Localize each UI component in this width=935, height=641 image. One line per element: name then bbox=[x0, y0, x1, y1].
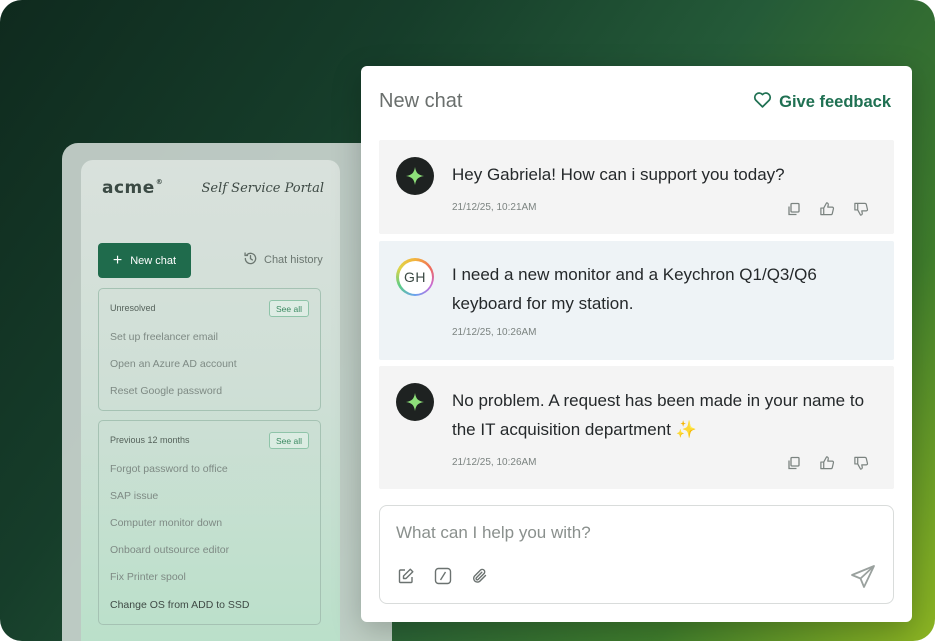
unresolved-group: Unresolved See all Set up freelancer ema… bbox=[98, 288, 321, 411]
message-timestamp: 21/12/25, 10:21AM bbox=[452, 202, 537, 213]
list-item[interactable]: Set up freelancer email bbox=[110, 331, 218, 343]
list-item[interactable]: Open an Azure AD account bbox=[110, 358, 237, 370]
acme-logo: acme® bbox=[102, 178, 164, 198]
give-feedback-label: Give feedback bbox=[779, 92, 891, 111]
background-stage: acme® Self Service Portal + New chat Cha… bbox=[0, 0, 935, 641]
see-all-button[interactable]: See all bbox=[269, 300, 309, 317]
user-initials: GH bbox=[398, 260, 432, 294]
copy-icon[interactable] bbox=[786, 455, 802, 471]
group-heading: Previous 12 months bbox=[110, 435, 190, 445]
list-item[interactable]: Forgot password to office bbox=[110, 463, 228, 475]
portal-title: Self Service Portal bbox=[201, 181, 324, 196]
paperclip-icon[interactable] bbox=[471, 567, 489, 590]
list-item[interactable]: Computer monitor down bbox=[110, 517, 222, 529]
history-icon bbox=[243, 251, 258, 269]
page-title: New chat bbox=[379, 90, 463, 112]
send-icon[interactable] bbox=[850, 564, 876, 595]
new-chat-label: New chat bbox=[130, 254, 177, 267]
see-all-button[interactable]: See all bbox=[269, 432, 309, 449]
chat-history-link[interactable]: Chat history bbox=[243, 252, 323, 268]
slash-command-icon[interactable] bbox=[434, 567, 452, 590]
plus-icon: + bbox=[112, 251, 123, 269]
message-composer bbox=[379, 505, 894, 604]
thumbs-down-icon[interactable] bbox=[853, 201, 870, 217]
sparkle-icon bbox=[406, 167, 424, 185]
list-item[interactable]: SAP issue bbox=[110, 490, 158, 502]
thumbs-up-icon[interactable] bbox=[819, 455, 836, 471]
chat-message-user: GH I need a new monitor and a Keychron Q… bbox=[379, 241, 894, 360]
chat-message-assistant: Hey Gabriela! How can i support you toda… bbox=[379, 140, 894, 234]
list-item[interactable]: Fix Printer spool bbox=[110, 571, 186, 583]
message-text: Hey Gabriela! How can i support you toda… bbox=[452, 165, 785, 184]
sparkle-icon bbox=[406, 393, 424, 411]
message-timestamp: 21/12/25, 10:26AM bbox=[452, 327, 537, 338]
chat-input[interactable] bbox=[396, 520, 866, 546]
chat-message-assistant: No problem. A request has been made in y… bbox=[379, 366, 894, 489]
composer-tools bbox=[397, 567, 489, 590]
heart-icon bbox=[753, 91, 772, 113]
message-text: I need a new monitor and a Keychron Q1/Q… bbox=[452, 265, 817, 313]
group-heading: Unresolved bbox=[110, 303, 156, 313]
assistant-avatar bbox=[396, 157, 434, 195]
previous-12-months-group: Previous 12 months See all Forgot passwo… bbox=[98, 420, 321, 625]
thumbs-up-icon[interactable] bbox=[819, 201, 836, 217]
list-item[interactable]: Reset Google password bbox=[110, 385, 222, 397]
copy-icon[interactable] bbox=[786, 201, 802, 217]
message-actions bbox=[786, 455, 870, 471]
list-item[interactable]: Onboard outsource editor bbox=[110, 544, 229, 556]
new-chat-button[interactable]: + New chat bbox=[98, 243, 191, 278]
list-item[interactable]: Change OS from ADD to SSD bbox=[110, 599, 249, 611]
message-actions bbox=[786, 201, 870, 217]
chat-history-label: Chat history bbox=[264, 254, 323, 266]
brand-row: acme® Self Service Portal bbox=[102, 178, 324, 202]
edit-icon[interactable] bbox=[397, 567, 415, 590]
assistant-avatar bbox=[396, 383, 434, 421]
chat-panel: New chat Give feedback Hey Gabriela! How… bbox=[361, 66, 912, 622]
message-timestamp: 21/12/25, 10:26AM bbox=[452, 457, 537, 468]
message-text: No problem. A request has been made in y… bbox=[452, 391, 865, 439]
thumbs-down-icon[interactable] bbox=[853, 455, 870, 471]
user-avatar: GH bbox=[396, 258, 434, 296]
give-feedback-button[interactable]: Give feedback bbox=[753, 91, 891, 113]
